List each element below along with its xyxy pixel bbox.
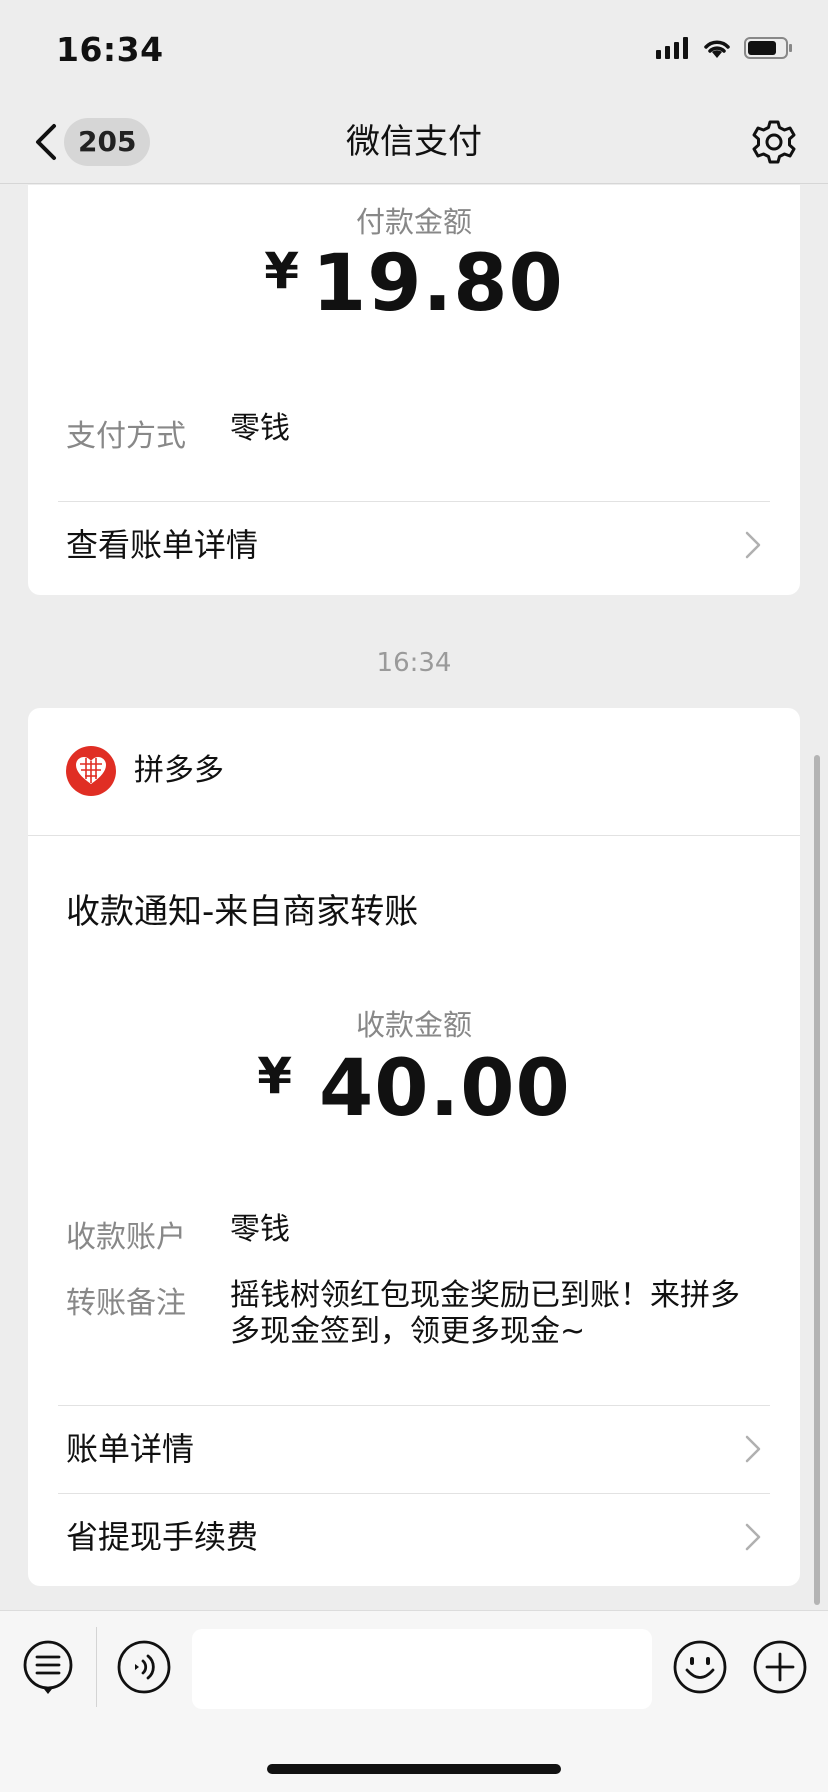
view-bill-details-link[interactable]: 查看账单详情 (28, 502, 800, 588)
currency-symbol: ¥ (264, 242, 301, 300)
save-withdrawal-fee-link[interactable]: 省提现手续费 (28, 1494, 800, 1580)
receipt-amount-value: 40.00 (319, 1044, 571, 1134)
home-indicator (267, 1764, 561, 1774)
chevron-right-icon (745, 531, 761, 559)
message-timestamp: 16:34 (376, 648, 452, 678)
nav-bar: 205 微信支付 (0, 100, 828, 184)
view-bill-details-label: 查看账单详情 (66, 526, 259, 564)
payment-amount-label: 付款金额 (355, 205, 472, 239)
payment-card: 付款金额 ¥19.80 支付方式 零钱 查看账单详情 (28, 185, 800, 595)
save-withdrawal-fee-label: 省提现手续费 (66, 1518, 259, 1556)
bar-separator (96, 1627, 97, 1707)
status-time: 16:34 (56, 30, 164, 69)
payment-method-label: 支付方式 (66, 419, 186, 454)
scrollbar[interactable] (814, 755, 820, 1605)
divider (28, 835, 800, 836)
plus-icon[interactable] (752, 1639, 808, 1695)
menu-list-icon[interactable] (20, 1639, 76, 1695)
status-icons (656, 36, 794, 60)
notice-title: 收款通知-来自商家转账 (66, 892, 419, 932)
emoji-icon[interactable] (672, 1639, 728, 1695)
payment-amount-value: 19.80 (312, 239, 564, 329)
chevron-right-icon (745, 1435, 761, 1463)
currency-symbol: ¥ (257, 1047, 294, 1105)
receive-account-label: 收款账户 (66, 1220, 186, 1255)
battery-icon (744, 37, 792, 59)
wifi-icon (704, 40, 730, 58)
pinduoduo-logo (66, 746, 116, 796)
page-title: 微信支付 (346, 122, 482, 162)
message-input[interactable] (192, 1629, 652, 1709)
receipt-amount: ¥40.00 (28, 1044, 800, 1134)
transfer-remark-label: 转账备注 (66, 1286, 186, 1321)
voice-icon[interactable] (116, 1639, 172, 1695)
payment-method-value: 零钱 (230, 411, 290, 446)
receipt-notice-card[interactable]: 拼多多 收款通知-来自商家转账 收款金额 ¥40.00 收款账户 零钱 转账备注… (28, 708, 800, 1586)
bill-details-label: 账单详情 (66, 1430, 195, 1468)
bill-details-link[interactable]: 账单详情 (28, 1406, 800, 1492)
signal-icon (656, 37, 688, 59)
transfer-remark-value: 摇钱树领红包现金奖励已到账！来拼多多现金签到，领更多现金~ (230, 1278, 740, 1349)
payment-amount: ¥19.80 (28, 239, 800, 329)
receive-account-value: 零钱 (230, 1212, 290, 1247)
chevron-right-icon (745, 1523, 761, 1551)
receipt-amount-label: 收款金额 (355, 1008, 472, 1042)
gear-icon[interactable] (750, 118, 798, 166)
status-bar: 16:34 (0, 0, 828, 100)
merchant-name: 拼多多 (134, 753, 224, 788)
